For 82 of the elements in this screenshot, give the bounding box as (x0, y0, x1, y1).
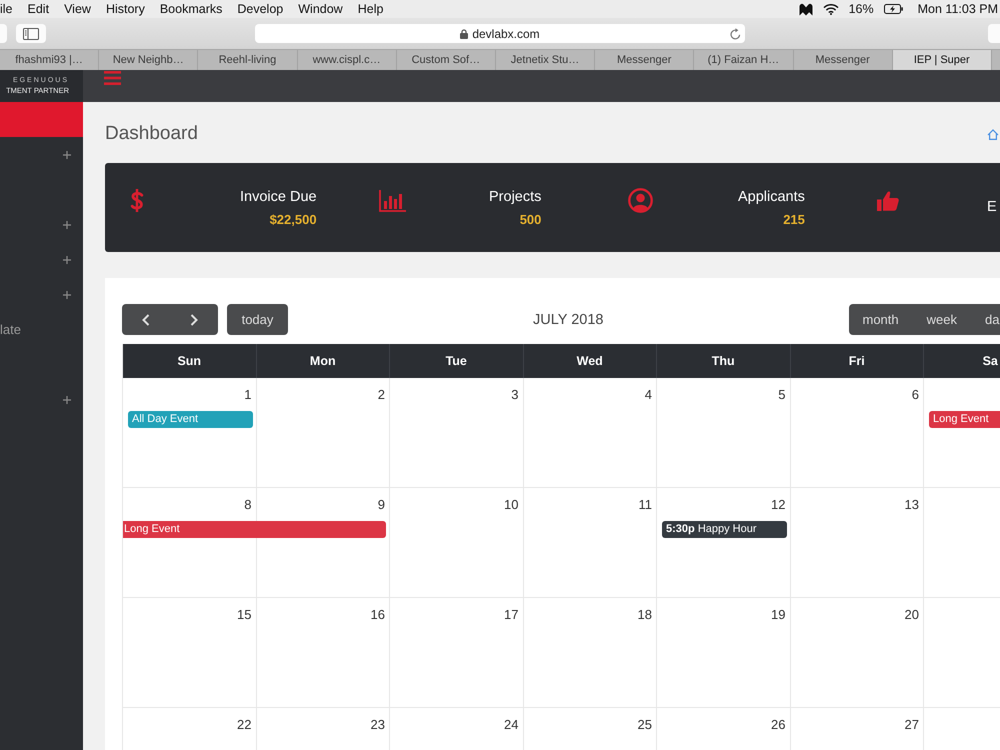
calendar-title: JULY 2018 (533, 312, 604, 328)
day-number: 18 (638, 607, 652, 622)
menu-bar-item[interactable]: Edit (28, 2, 50, 16)
day-number: 6 (912, 387, 919, 402)
weekday-header: Sa (924, 344, 1000, 378)
day-number: 3 (511, 387, 518, 402)
battery-percent: 16% (848, 2, 874, 16)
day-number: 2 (378, 387, 385, 402)
menu-bar-item[interactable]: Help (358, 2, 384, 16)
stat-label: Projects (489, 188, 542, 206)
address-field[interactable]: devlabx.com (255, 24, 745, 43)
day-number: 25 (638, 717, 652, 732)
weekday-header: Thu (657, 344, 790, 378)
next-button[interactable] (170, 304, 218, 335)
stat-value: 500 (520, 210, 542, 228)
plus-icon[interactable] (63, 290, 71, 298)
stat-label: E (987, 198, 997, 217)
day-number: 17 (504, 607, 518, 622)
stat-label: Applicants (738, 188, 805, 206)
chevron-left-icon (142, 314, 150, 326)
day-number: 4 (644, 387, 652, 402)
day-number: 9 (378, 497, 385, 512)
day-number: 10 (504, 497, 518, 512)
menu-bar-clock[interactable]: Mon 11:03 PM (918, 2, 998, 16)
sidebar-item[interactable]: late (0, 322, 21, 337)
day-number: 11 (638, 497, 652, 512)
weekday-header: Sun (123, 344, 256, 378)
day-number: 20 (904, 607, 919, 622)
menu-bar-item[interactable]: ile (0, 2, 13, 16)
menu-bar-item[interactable]: Window (298, 2, 343, 16)
day-number: 8 (244, 497, 252, 512)
day-number: 12 (771, 497, 786, 512)
weekday-header: Mon (256, 344, 390, 378)
menu-bar-item[interactable]: History (106, 2, 145, 16)
day-number: 19 (771, 607, 786, 622)
stat-value: $22,500 (270, 210, 317, 228)
sidebar-toggle-button[interactable] (16, 24, 46, 43)
calendar-event[interactable]: Long Event (929, 411, 1000, 428)
menu-bar-item[interactable]: Bookmarks (160, 2, 222, 16)
menu-icon[interactable] (104, 71, 121, 85)
lock-icon (460, 28, 468, 38)
day-number: 16 (370, 607, 385, 622)
home-icon[interactable] (987, 128, 999, 140)
calendar-event[interactable]: Long Event (123, 521, 386, 538)
view-button[interactable]: da (971, 304, 1000, 335)
prev-button[interactable] (122, 304, 170, 335)
bar-chart-icon (379, 190, 406, 212)
today-button[interactable]: today (227, 304, 288, 335)
wifi-icon[interactable] (822, 3, 839, 15)
day-number: 15 (237, 607, 252, 622)
day-number: 26 (771, 717, 786, 732)
weekday-header: Fri (790, 344, 924, 378)
calendar-event[interactable]: 5:30p Happy Hour (662, 521, 786, 538)
plus-icon[interactable] (63, 220, 71, 228)
weekday-header: Tue (390, 344, 524, 378)
user-circle-icon (628, 188, 653, 213)
day-number: 1 (244, 387, 252, 402)
menu-bar-item[interactable]: View (64, 2, 91, 16)
thumbs-up-icon (877, 190, 899, 210)
view-button[interactable]: week (912, 304, 971, 335)
dollar-icon (130, 188, 144, 213)
stat-label: Invoice Due (240, 188, 317, 206)
stat-value: 215 (783, 210, 805, 228)
plus-icon[interactable] (63, 150, 71, 158)
day-number: 13 (904, 497, 919, 512)
reload-icon[interactable] (730, 28, 741, 40)
day-number: 24 (504, 717, 518, 732)
day-number: 22 (237, 717, 252, 732)
sidebar-icon (23, 28, 39, 40)
plus-icon[interactable] (63, 256, 71, 264)
browser-tab[interactable]: IEP | Super (892, 50, 992, 70)
battery-icon[interactable] (884, 4, 903, 14)
day-number: 27 (904, 717, 919, 732)
page-title: Dashboard (105, 123, 198, 145)
day-number: 23 (370, 717, 385, 732)
view-button[interactable]: month (848, 304, 913, 335)
menu-bar-item[interactable]: Develop (237, 2, 284, 16)
menu-extra-icon[interactable] (798, 2, 813, 16)
plus-icon[interactable] (63, 396, 71, 404)
weekday-header: Wed (524, 344, 657, 378)
day-number: 5 (778, 387, 786, 402)
chevron-right-icon (190, 314, 198, 326)
